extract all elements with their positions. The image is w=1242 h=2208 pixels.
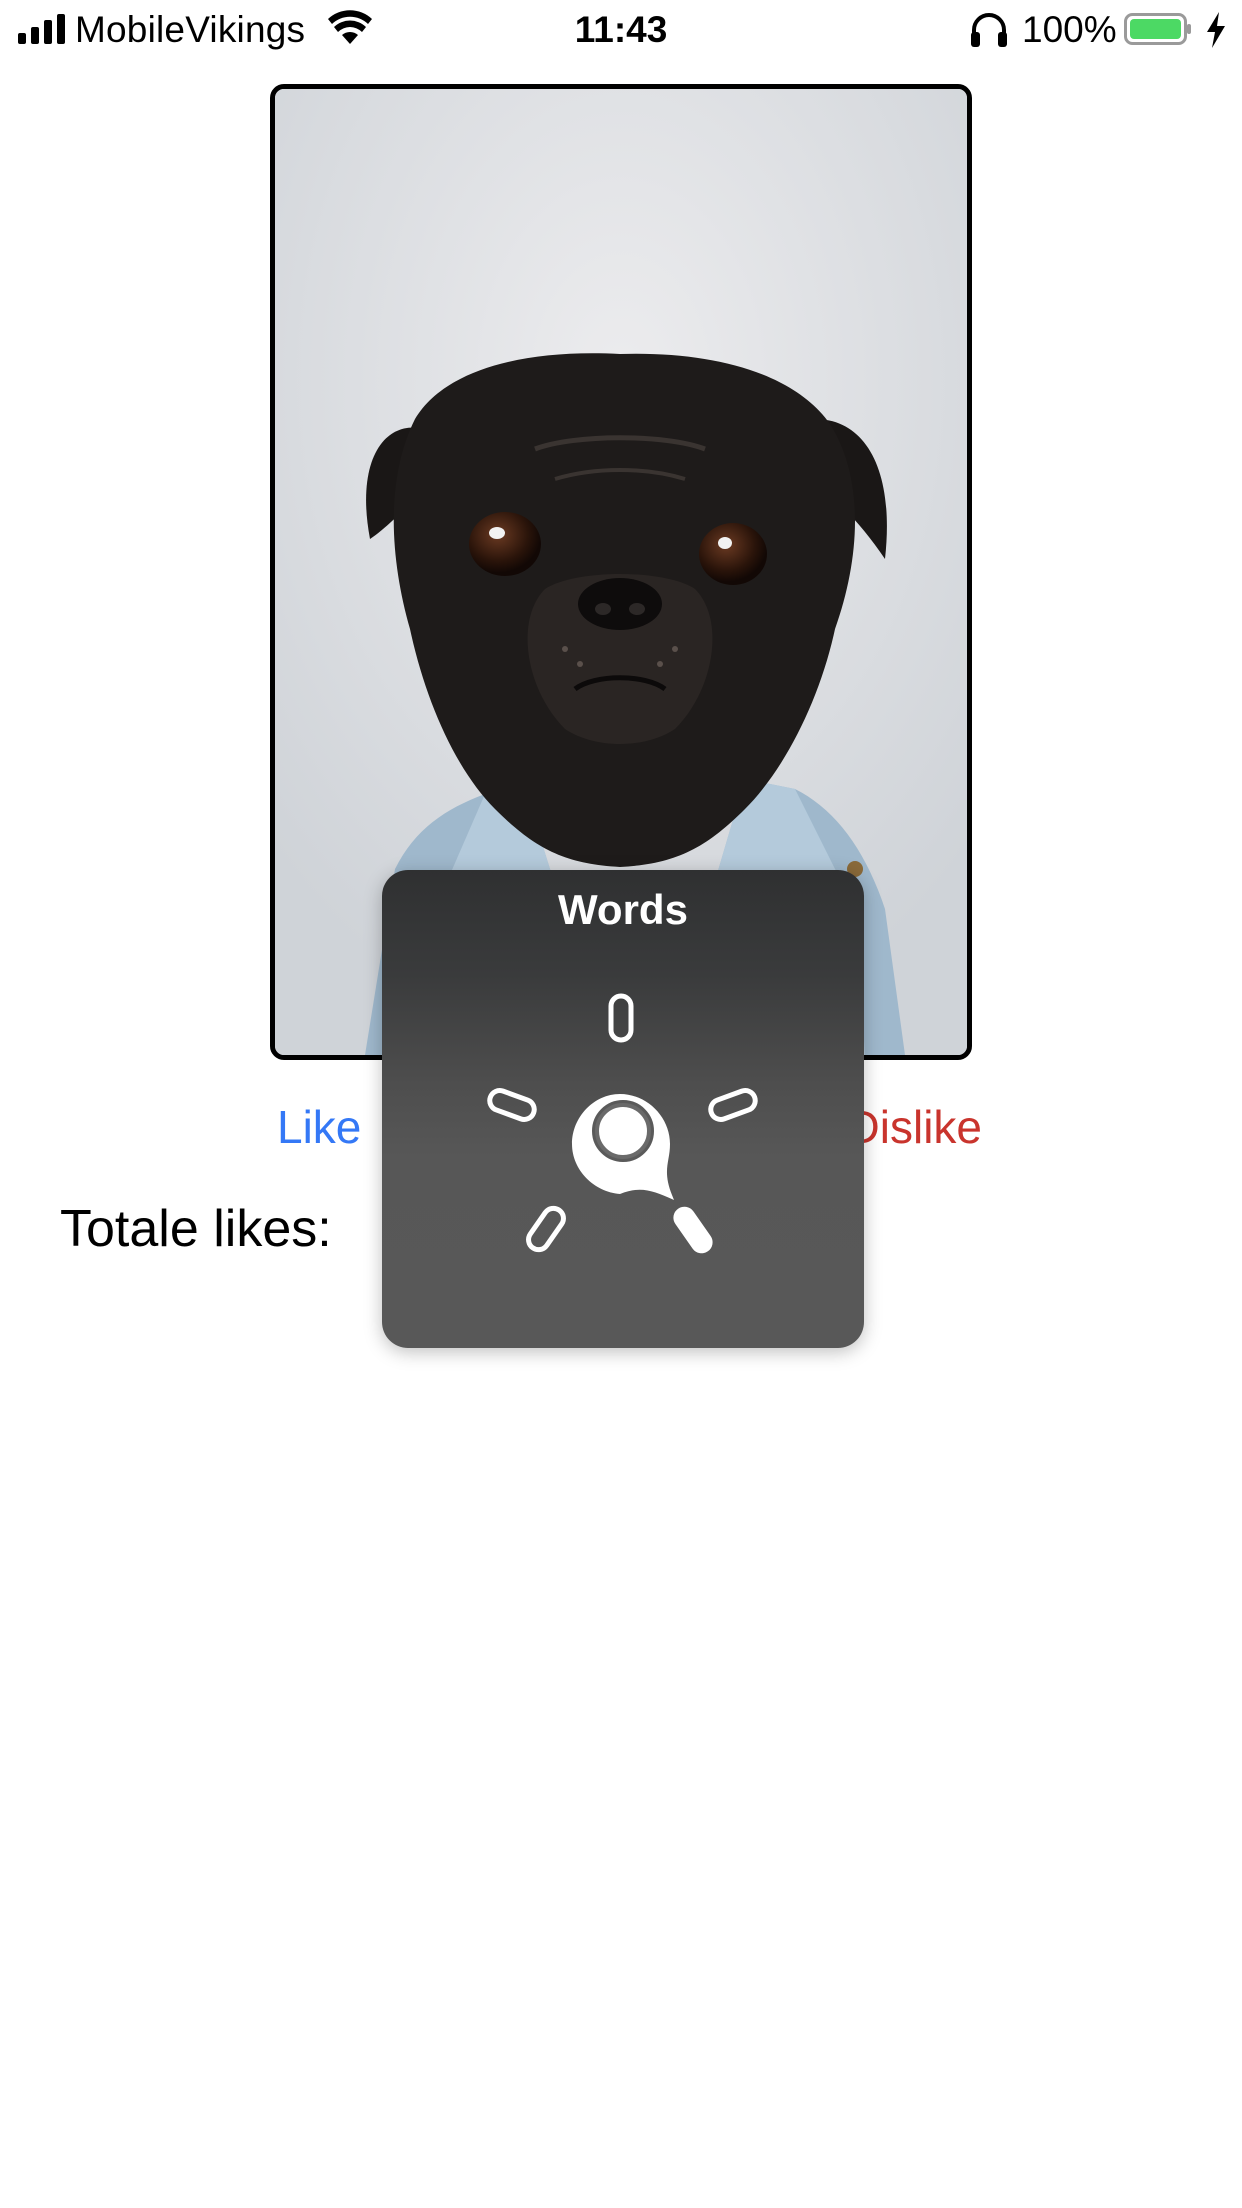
headphones-icon: [971, 13, 1007, 47]
charging-bolt-icon: [1207, 12, 1225, 48]
battery-icon: [1124, 13, 1191, 45]
battery-percentage: 100%: [1022, 9, 1117, 50]
total-likes-label: Totale likes:: [60, 1200, 332, 1258]
voiceover-rotor: Words: [382, 870, 864, 1348]
like-button[interactable]: Like: [277, 1100, 361, 1154]
rotor-dial-icon: [487, 993, 758, 1254]
dislike-button[interactable]: Dislike: [847, 1100, 982, 1154]
status-bar: MobileVikings 11:43 100%: [0, 0, 1242, 62]
